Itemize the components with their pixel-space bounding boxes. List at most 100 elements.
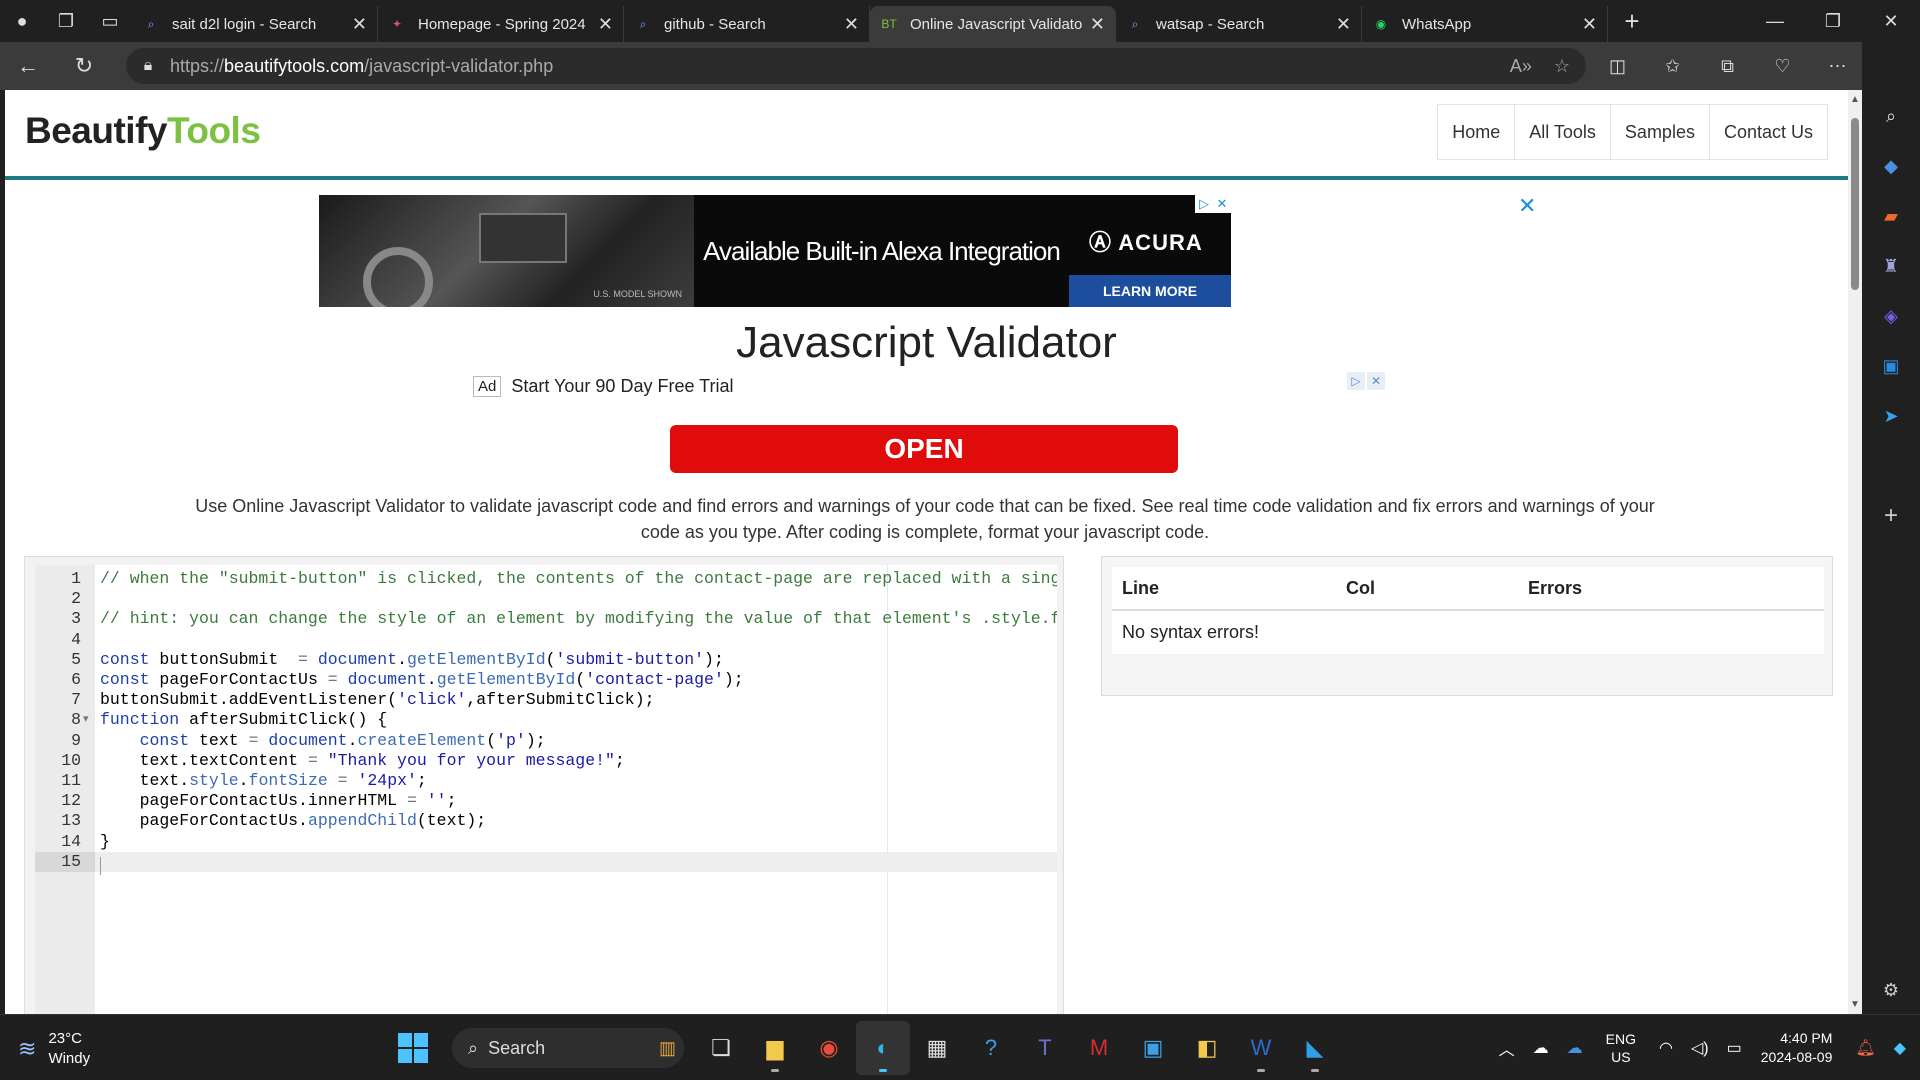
edge-icon[interactable]: ◐	[856, 1021, 910, 1075]
onedrive-business-icon[interactable]: ☁	[1567, 1038, 1583, 1058]
favorite-star-icon[interactable]: ☆	[1554, 56, 1570, 77]
ad-close-icon[interactable]: ✕	[1367, 372, 1385, 390]
ad-close-icon[interactable]: ✕	[1213, 195, 1231, 213]
fold-arrow-icon[interactable]: ▾	[83, 710, 89, 730]
search-icon[interactable]: ⌕	[1862, 96, 1920, 136]
chrome-icon[interactable]: ◉	[802, 1021, 856, 1075]
restore-icon[interactable]: ❐	[1804, 0, 1862, 42]
scroll-up-icon[interactable]: ▲	[1850, 94, 1860, 105]
python-icon[interactable]: ◧	[1180, 1021, 1234, 1075]
code-line[interactable]: 13 pageForContactUs.appendChild(text);	[35, 811, 1057, 831]
ad-banner[interactable]: U.S. MODEL SHOWN Available Built-in Alex…	[319, 195, 1231, 307]
lock-icon[interactable]: 🔒︎	[126, 57, 170, 75]
copilot-app-icon[interactable]: ◈	[1862, 296, 1920, 336]
tab-3[interactable]: ⌕ github - Search ✕	[624, 6, 870, 42]
page-scrollbar[interactable]: ▲ ▼	[1848, 90, 1862, 1014]
code-line[interactable]: 2	[35, 589, 1057, 609]
tab-close-icon[interactable]: ✕	[352, 14, 367, 35]
tab-close-icon[interactable]: ✕	[1336, 14, 1351, 35]
weather-widget[interactable]: ≋ 23°C Windy	[18, 1029, 90, 1069]
copilot-taskbar-icon[interactable]: ◆	[1894, 1038, 1906, 1058]
refresh-icon[interactable]: ↻	[56, 42, 112, 90]
close-window-icon[interactable]: ✕	[1862, 0, 1920, 42]
games-icon[interactable]: ♜	[1862, 246, 1920, 286]
task-view-icon[interactable]: ❏	[694, 1021, 748, 1075]
minimize-icon[interactable]: —	[1746, 0, 1804, 42]
code-line[interactable]: 5 const buttonSubmit = document.getElemen…	[35, 650, 1057, 670]
workspaces-icon[interactable]: ❐	[44, 0, 88, 42]
browser-essentials-icon[interactable]: ♡	[1755, 56, 1810, 77]
read-aloud-icon[interactable]: A»	[1510, 56, 1532, 77]
new-tab-button[interactable]: +	[1608, 0, 1656, 42]
vscode-icon[interactable]: ◣	[1288, 1021, 1342, 1075]
help-icon[interactable]: ?	[964, 1021, 1018, 1075]
teams-icon[interactable]: T	[1018, 1021, 1072, 1075]
mcafee-icon[interactable]: M	[1072, 1021, 1126, 1075]
tab-1[interactable]: ⌕ sait d2l login - Search ✕	[132, 6, 378, 42]
tab-close-icon[interactable]: ✕	[1090, 14, 1105, 35]
code-line[interactable]: 11 text.style.fontSize = '24px';	[35, 771, 1057, 791]
tab-actions-icon[interactable]: ▭	[88, 0, 132, 42]
code-line[interactable]: 14}	[35, 832, 1057, 852]
sidebar-settings-icon[interactable]: ⚙	[1862, 970, 1920, 1010]
code-line[interactable]: 10 text.textContent = "Thank you for you…	[35, 751, 1057, 771]
chevron-up-icon[interactable]: ︿	[1499, 1036, 1515, 1060]
more-menu-icon[interactable]: ⋯	[1810, 56, 1865, 77]
code-editor[interactable]: 1 // when the "submit-button" is clicked,…	[35, 565, 1057, 1014]
line-number: 6	[71, 670, 81, 689]
tab-6[interactable]: ◉ WhatsApp ✕	[1362, 6, 1608, 42]
back-icon[interactable]: ←	[0, 42, 56, 90]
tab-4[interactable]: BT Online Javascript Validator ✕	[870, 6, 1116, 42]
nav-contact-us[interactable]: Contact Us	[1708, 104, 1828, 160]
wifi-icon[interactable]: ◠	[1659, 1038, 1673, 1058]
profile-icon[interactable]: ●	[0, 0, 44, 42]
adchoices-icon[interactable]: ▷	[1195, 195, 1213, 213]
collections-icon[interactable]: ⧉	[1700, 56, 1755, 77]
tab-2[interactable]: ✦ Homepage - Spring 2024 ✕	[378, 6, 624, 42]
taskbar-search[interactable]: ⌕ Search ▥	[452, 1028, 684, 1068]
windows-start-icon[interactable]	[390, 1025, 436, 1071]
open-button[interactable]: OPEN	[670, 425, 1178, 473]
ad-learn-more-button[interactable]: LEARN MORE	[1069, 275, 1231, 307]
tab-5[interactable]: ⌕ watsap - Search ✕	[1116, 6, 1362, 42]
outlook-icon[interactable]: ▣	[1862, 346, 1920, 386]
battery-icon[interactable]: ▭	[1727, 1038, 1742, 1058]
nav-all-tools[interactable]: All Tools	[1514, 104, 1611, 160]
site-logo[interactable]: BeautifyTools	[25, 110, 261, 152]
scroll-thumb[interactable]	[1851, 118, 1859, 290]
adchoices-icon[interactable]: ▷	[1347, 372, 1365, 390]
volume-icon[interactable]: ◁)	[1691, 1038, 1709, 1058]
code-line[interactable]: 8 ▾ function afterSubmitClick() {	[35, 710, 1057, 730]
code-line[interactable]: 4	[35, 630, 1057, 650]
telegram-icon[interactable]: ➤	[1862, 396, 1920, 436]
tab-close-icon[interactable]: ✕	[844, 14, 859, 35]
code-line[interactable]: 7 buttonSubmit.addEventListener('click',a…	[35, 690, 1057, 710]
store-icon[interactable]: ▦	[910, 1021, 964, 1075]
text-ad[interactable]: Ad Start Your 90 Day Free Trial	[473, 376, 733, 397]
code-line[interactable]: 3 // hint: you can change the style of an…	[35, 609, 1057, 629]
code-line[interactable]: 12 pageForContactUs.innerHTML = '';	[35, 791, 1057, 811]
onedrive-icon[interactable]: ☁	[1533, 1038, 1549, 1058]
split-screen-icon[interactable]: ◫	[1590, 56, 1645, 77]
notification-bell-icon[interactable]: 🔔︎	[1855, 1038, 1875, 1058]
code-line[interactable]: 6 const pageForContactUs = document.getEl…	[35, 670, 1057, 690]
shopping-tag-icon[interactable]: ◆	[1862, 146, 1920, 186]
favorites-icon[interactable]: ✩	[1645, 56, 1700, 77]
clock[interactable]: 4:40 PM 2024-08-09	[1761, 1029, 1833, 1067]
nav-samples[interactable]: Samples	[1609, 104, 1710, 160]
tools-icon[interactable]: ▰	[1862, 196, 1920, 236]
url-field[interactable]: 🔒︎ https://beautifytools.com/javascript-…	[126, 48, 1586, 84]
add-sidebar-app-icon[interactable]: +	[1862, 496, 1920, 536]
scroll-down-icon[interactable]: ▼	[1850, 999, 1860, 1010]
nav-home[interactable]: Home	[1437, 104, 1516, 160]
language-indicator[interactable]: ENG US	[1606, 1030, 1636, 1066]
file-explorer-icon[interactable]: ▆	[748, 1021, 802, 1075]
tab-close-icon[interactable]: ✕	[598, 14, 613, 35]
code-line[interactable]: 9 const text = document.createElement('p…	[35, 731, 1057, 751]
code-line[interactable]: 1 // when the "submit-button" is clicked,…	[35, 569, 1057, 589]
code-line[interactable]: 15	[35, 851, 1057, 872]
myhp-icon[interactable]: ▣	[1126, 1021, 1180, 1075]
word-icon[interactable]: W	[1234, 1021, 1288, 1075]
tab-close-icon[interactable]: ✕	[1582, 14, 1597, 35]
close-ad-icon[interactable]: ✕	[1518, 193, 1536, 219]
